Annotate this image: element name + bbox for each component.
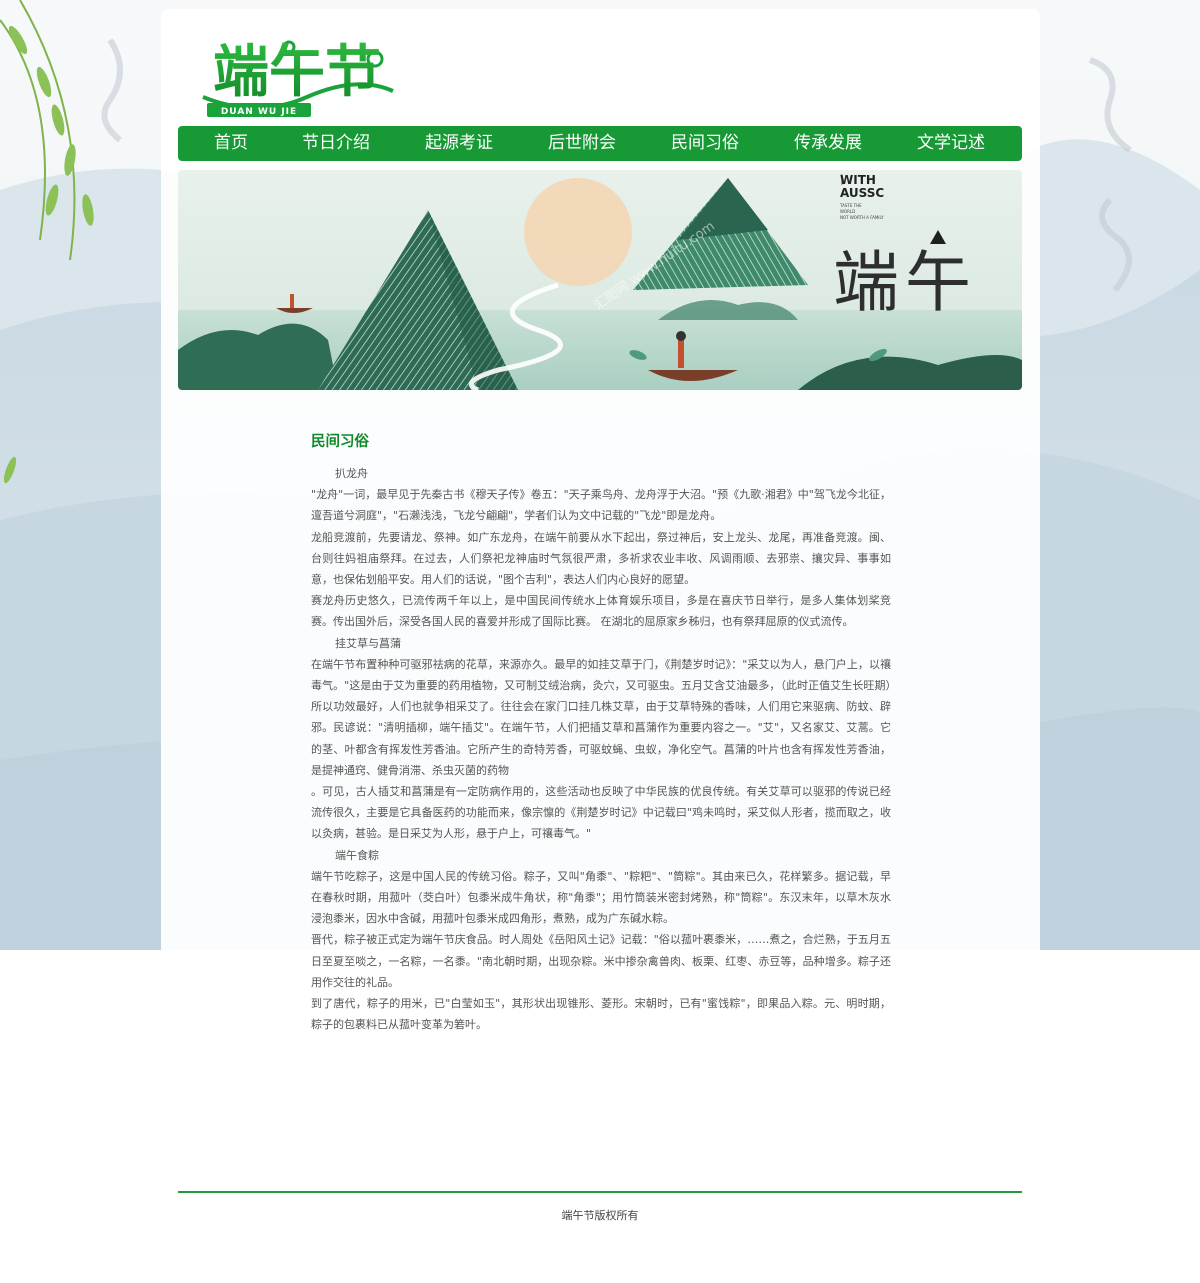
article-body: 扒龙舟 "龙舟"一词，最早见于先秦古书《穆天子传》卷五："天子乘鸟舟、龙舟浮于大沼… [311,463,891,1035]
article-paragraph: 端午节吃粽子，这是中国人民的传统习俗。粽子，又叫"角黍"、"粽粑"、"筒粽"。其… [311,869,891,926]
banner-big-text: 端午 [833,244,977,321]
article-paragraph: 赛龙舟历史悠久，已流传两千年以上，是中国民间传统水上体育娱乐项目，多是在喜庆节日… [311,594,891,629]
main-card: 端午节 DUAN WU JIE 首页 节日介绍 起源考证 后世附会 民间习俗 传… [161,9,1040,1283]
site-logo[interactable]: 端午节 DUAN WU JIE [197,27,397,125]
nav-item-heritage[interactable]: 传承发展 [778,126,878,161]
banner-tag-small2: WORLD [840,209,855,214]
article-title: 民间习俗 [311,434,369,450]
footer-divider [178,1191,1022,1193]
logo-title: 端午节 [213,39,381,105]
article-subheading: 端午食粽 [335,848,379,862]
article-paragraph: 。可见，古人插艾和菖蒲是有一定防病作用的，这些活动也反映了中华民族的优良传统。有… [311,785,891,841]
article-paragraph: 在端午节布置种种可驱邪祛病的花草，来源亦久。最早的如挂艾草于门，《荆楚岁时记》：… [311,657,891,777]
banner-tag-small1: TASTE THE [839,203,862,208]
nav-item-legends[interactable]: 后世附会 [532,126,632,161]
article-subheading: 挂艾草与菖蒲 [335,636,401,650]
article-paragraph: 晋代，粽子被正式定为端午节庆食品。时人周处《岳阳风土记》记载："俗以菰叶裹黍米，… [311,933,891,989]
article-paragraph: 龙船竞渡前，先要请龙、祭神。如广东龙舟，在端午前要从水下起出，祭过神后，安上龙头… [311,530,891,587]
banner-tag-line1: WITH [840,173,876,187]
nav-item-literature[interactable]: 文学记述 [901,126,1001,161]
article-paragraph: "龙舟"一词，最早见于先秦古书《穆天子传》卷五："天子乘鸟舟、龙舟浮于大沼。"预… [311,488,891,523]
logo-subtitle: DUAN WU JIE [221,107,297,117]
nav-item-intro[interactable]: 节日介绍 [286,126,386,161]
banner-tag-small3: NOT WORTH A FAMILY [840,215,884,220]
nav-item-origin[interactable]: 起源考证 [409,126,509,161]
article-paragraph: 到了唐代，粽子的用米，已"白莹如玉"，其形状出现锥形、菱形。宋朝时，已有"蜜饯粽… [311,997,891,1032]
hero-banner: | WITH AUSSC TASTE THE WORLD NOT WORTH A… [178,170,1022,390]
nav-item-customs[interactable]: 民间习俗 [655,126,755,161]
main-nav: 首页 节日介绍 起源考证 后世附会 民间习俗 传承发展 文学记述 [178,126,1022,161]
article-subheading: 扒龙舟 [335,467,368,480]
nav-item-home[interactable]: 首页 [196,126,266,161]
footer-copyright: 端午节版权所有 [561,1209,639,1222]
article: 民间习俗 扒龙舟 "龙舟"一词，最早见于先秦古书《穆天子传》卷五："天子乘鸟舟、龙… [311,431,891,1035]
banner-tag-line2: AUSSC [840,186,884,200]
